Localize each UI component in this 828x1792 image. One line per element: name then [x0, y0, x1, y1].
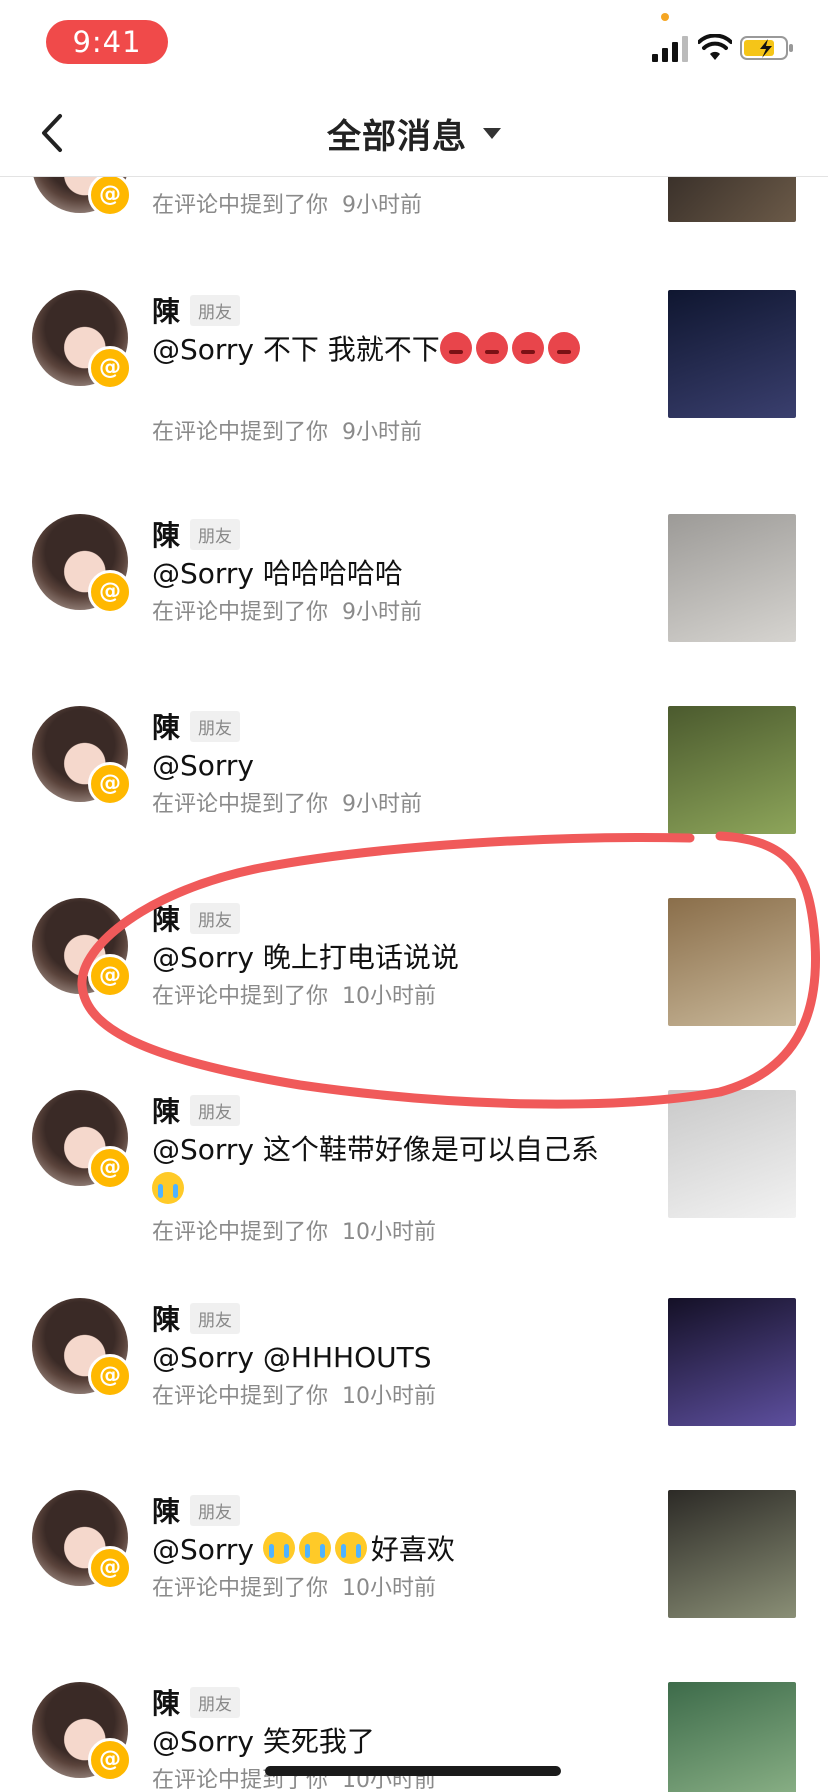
status-time: 9:41: [46, 20, 168, 64]
angry-emoji-icon: [511, 332, 544, 364]
name-row: 陳朋友: [152, 1490, 241, 1530]
friend-tag: 朋友: [190, 1494, 241, 1526]
mention-badge-icon: @: [88, 954, 132, 998]
video-thumbnail[interactable]: [668, 290, 796, 418]
name-row: 陳朋友: [152, 290, 241, 330]
video-thumbnail[interactable]: [668, 1298, 796, 1426]
mention-badge-icon: @: [88, 762, 132, 806]
friend-tag: 朋友: [190, 902, 241, 934]
message-filter-dropdown[interactable]: 全部消息: [0, 90, 828, 176]
mention-meta: 在评论中提到了你 10小时前: [152, 1576, 437, 1601]
mention-meta: 在评论中提到了你 9小时前: [152, 193, 423, 218]
comment-text[interactable]: @Sorry 这个鞋带好像是可以自己系: [152, 1130, 602, 1210]
friend-tag: 朋友: [190, 1094, 241, 1126]
wifi-icon: [698, 34, 732, 60]
status-bar: 9:41: [0, 0, 828, 90]
comment-text[interactable]: @Sorry 晚上打电话说说: [152, 938, 602, 978]
mention-meta: 在评论中提到了你 9小时前: [152, 600, 423, 625]
comment-body: @Sorry @HHHOUTS: [152, 1341, 432, 1374]
user-name[interactable]: 陳: [152, 706, 180, 746]
user-name[interactable]: 陳: [152, 898, 180, 938]
avatar[interactable]: @: [32, 514, 132, 614]
user-name[interactable]: 陳: [152, 1298, 180, 1338]
video-thumbnail[interactable]: [668, 514, 796, 642]
user-name[interactable]: 陳: [152, 1490, 180, 1530]
friend-tag: 朋友: [190, 710, 241, 742]
avatar[interactable]: @: [32, 290, 132, 390]
mention-badge-icon: @: [88, 1546, 132, 1590]
mention-badge-icon: @: [88, 570, 132, 614]
name-row: 陳朋友: [152, 1682, 241, 1722]
comment-text[interactable]: @Sorry 哈哈哈哈哈: [152, 554, 602, 594]
avatar[interactable]: @: [32, 1490, 132, 1590]
friend-tag: 朋友: [190, 1302, 241, 1334]
avatar[interactable]: @: [32, 177, 132, 217]
crying-emoji-icon: [334, 1532, 367, 1564]
video-thumbnail[interactable]: [668, 898, 796, 1026]
comment-text[interactable]: @Sorry @HHHOUTS: [152, 1338, 602, 1378]
caret-down-icon: [483, 127, 501, 139]
comment-body-tail: 好喜欢: [370, 1533, 455, 1566]
name-row: 陳朋友: [152, 706, 241, 746]
mention-badge-icon: @: [88, 1354, 132, 1398]
cellular-signal-icon: [652, 36, 688, 62]
comment-text[interactable]: @Sorry 不下 我就不下: [152, 330, 602, 370]
navigation-bar: 全部消息: [0, 90, 828, 177]
avatar[interactable]: @: [32, 1682, 132, 1782]
mention-meta: 在评论中提到了你 10小时前: [152, 1220, 437, 1245]
user-name[interactable]: 陳: [152, 1682, 180, 1722]
name-row: 陳朋友: [152, 898, 241, 938]
friend-tag: 朋友: [190, 294, 241, 326]
mention-meta: 在评论中提到了你 10小时前: [152, 984, 437, 1009]
video-thumbnail[interactable]: [668, 706, 796, 834]
friend-tag: 朋友: [190, 518, 241, 550]
crying-emoji-icon: [298, 1532, 331, 1564]
mention-list[interactable]: @ 在评论中提到了你 9小时前 @ 陳朋友 @Sorry 不下 我就不下 在评论中提到了…: [0, 177, 828, 1792]
battery-charging-icon: [740, 36, 793, 60]
comment-body: @Sorry 这个鞋带好像是可以自己系: [152, 1133, 599, 1166]
mention-badge-icon: @: [88, 346, 132, 390]
comment-body: @Sorry 晚上打电话说说: [152, 941, 459, 974]
video-thumbnail[interactable]: [668, 1090, 796, 1218]
video-thumbnail[interactable]: [668, 177, 796, 222]
user-name[interactable]: 陳: [152, 290, 180, 330]
privacy-indicator-dot: [661, 13, 669, 21]
name-row: 陳朋友: [152, 514, 241, 554]
user-name[interactable]: 陳: [152, 514, 180, 554]
comment-body: @Sorry: [152, 749, 255, 782]
page-title: 全部消息: [327, 116, 467, 157]
mention-badge-icon: @: [88, 177, 132, 217]
comment-text[interactable]: @Sorry 好喜欢: [152, 1530, 602, 1570]
avatar[interactable]: @: [32, 1298, 132, 1398]
mention-badge-icon: @: [88, 1146, 132, 1190]
crying-emoji-icon: [262, 1532, 295, 1564]
comment-text[interactable]: @Sorry 笑死我了: [152, 1722, 602, 1762]
mention-meta: 在评论中提到了你 9小时前: [152, 420, 423, 445]
comment-body: @Sorry 笑死我了: [152, 1725, 375, 1758]
avatar[interactable]: @: [32, 898, 132, 998]
angry-emoji-icon: [439, 332, 472, 364]
comment-body: @Sorry: [152, 1533, 263, 1566]
name-row: 陳朋友: [152, 1298, 241, 1338]
mention-meta: 在评论中提到了你 10小时前: [152, 1384, 437, 1409]
video-thumbnail[interactable]: [668, 1682, 796, 1792]
video-thumbnail[interactable]: [668, 1490, 796, 1618]
comment-body: @Sorry 不下 我就不下: [152, 333, 440, 366]
mention-meta: 在评论中提到了你 9小时前: [152, 792, 423, 817]
mention-badge-icon: @: [88, 1738, 132, 1782]
avatar[interactable]: @: [32, 706, 132, 806]
comment-text[interactable]: @Sorry: [152, 746, 602, 786]
friend-tag: 朋友: [190, 1686, 241, 1718]
angry-emoji-icon: [475, 332, 508, 364]
name-row: 陳朋友: [152, 1090, 241, 1130]
crying-emoji-icon: [152, 1172, 184, 1204]
avatar[interactable]: @: [32, 1090, 132, 1190]
angry-emoji-icon: [547, 332, 580, 364]
comment-body: @Sorry 哈哈哈哈哈: [152, 557, 403, 590]
user-name[interactable]: 陳: [152, 1090, 180, 1130]
home-indicator: [265, 1766, 561, 1776]
